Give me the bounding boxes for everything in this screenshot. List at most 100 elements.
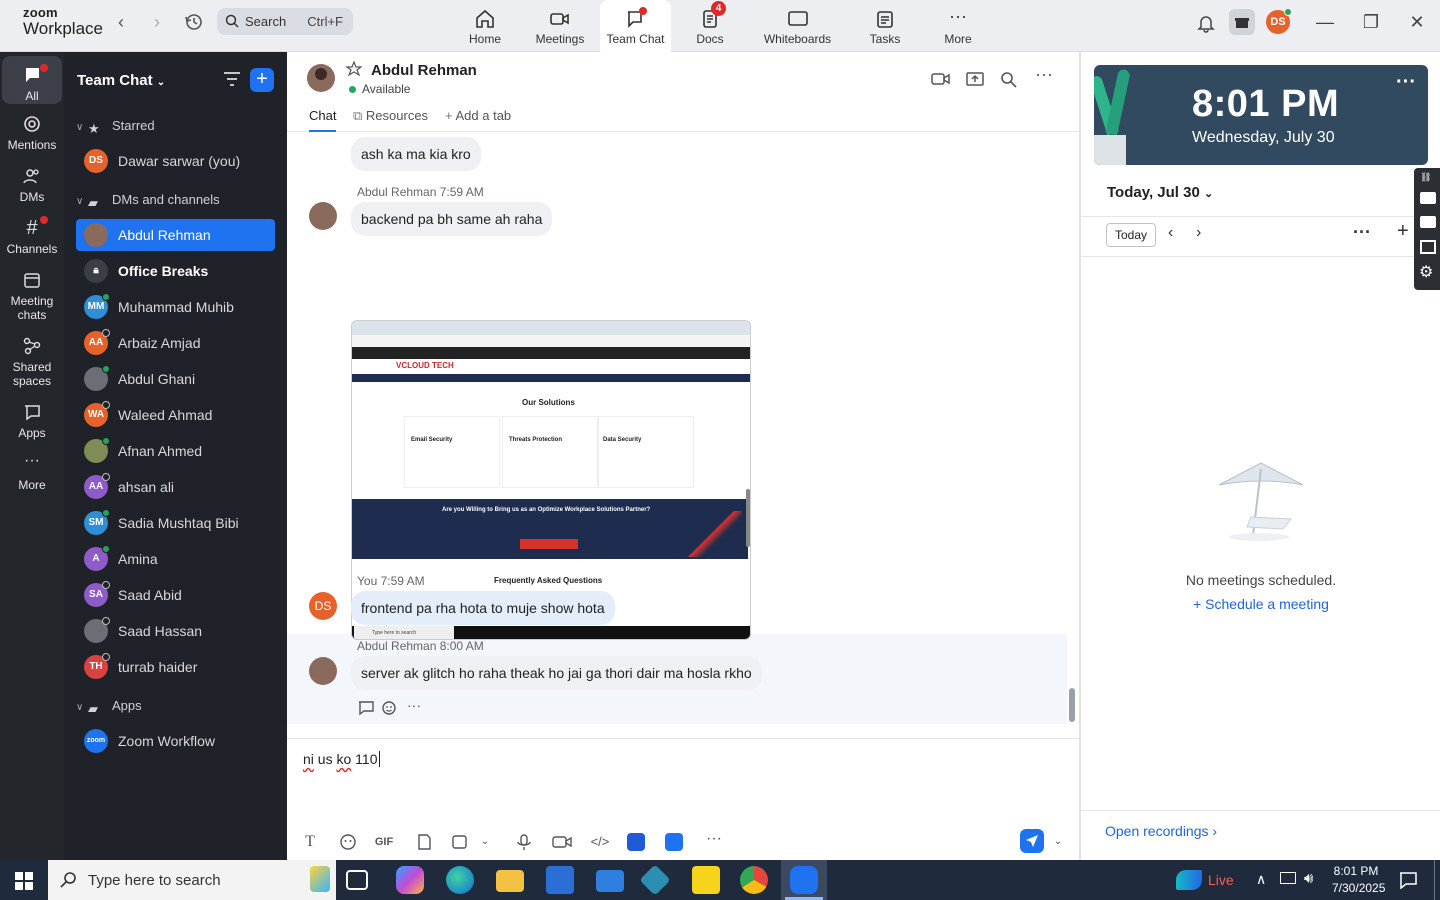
sidebar-item-arbaiz-amjad[interactable]: AA Arbaiz Amjad — [76, 327, 275, 359]
sidebar-item-muhammad-muhib[interactable]: MM Muhammad Muhib — [76, 291, 275, 323]
chrome-icon[interactable] — [740, 866, 768, 894]
code-snippet-icon[interactable]: </> — [589, 833, 611, 851]
global-search[interactable]: Search Ctrl+F — [217, 8, 353, 35]
sidebar-item-office-breaks[interactable]: 🔒︎ Office Breaks — [76, 255, 275, 287]
copilot-icon[interactable] — [396, 866, 424, 894]
tab-home[interactable]: Home — [460, 0, 510, 52]
chat-scrollbar[interactable] — [1069, 688, 1075, 722]
emoji-reaction-icon[interactable] — [381, 700, 399, 716]
live-app-icon[interactable] — [1176, 870, 1202, 890]
section-apps[interactable]: ∨ ▰ Apps — [76, 696, 142, 716]
microphone-icon[interactable] — [513, 833, 535, 851]
rail-dms[interactable]: DMs — [2, 166, 62, 204]
more-actions-icon[interactable]: ··· — [407, 698, 425, 716]
tab-whiteboards[interactable]: Whiteboards — [760, 0, 835, 52]
edge-icon[interactable] — [446, 866, 474, 894]
live-label[interactable]: Live — [1208, 872, 1234, 888]
tab-resources[interactable]: ⧉ Resources — [353, 108, 428, 124]
gear-icon[interactable]: ⚙ — [1419, 265, 1433, 281]
today-button[interactable]: Today — [1106, 223, 1157, 247]
app-diamond-icon[interactable] — [639, 864, 671, 896]
sidebar-item-saad-abid[interactable]: SA Saad Abid — [76, 579, 275, 611]
sidebar-item-ahsan-ali[interactable]: AA ahsan ali — [76, 471, 275, 503]
sidebar-item-zoom-workflow[interactable]: zoom Zoom Workflow — [76, 725, 275, 757]
tab-add[interactable]: + Add a tab — [445, 108, 511, 123]
more-options-icon[interactable]: ··· — [1396, 71, 1416, 94]
sidebar-item-afnan-ahmed[interactable]: Afnan Ahmed — [76, 435, 275, 467]
show-desktop-divider[interactable] — [1434, 860, 1435, 900]
maximize-button[interactable]: ❐ — [1356, 10, 1386, 34]
rail-channels[interactable]: # Channels — [2, 216, 62, 256]
rail-shared-spaces[interactable]: Shared spaces — [2, 336, 62, 388]
sidebar-item-abdul-ghani[interactable]: Abdul Ghani — [76, 363, 275, 395]
docs-share-icon[interactable] — [665, 833, 683, 851]
sidebar-item-turrab-haider[interactable]: TH turrab haider — [76, 651, 275, 683]
contact-name[interactable]: Abdul Rehman — [371, 62, 477, 79]
send-button[interactable] — [1020, 829, 1044, 853]
notification-center-icon[interactable] — [1398, 871, 1418, 889]
tab-tasks[interactable]: Tasks — [860, 0, 910, 52]
sidebar-item-amina[interactable]: A Amina — [76, 543, 275, 575]
prev-day-icon[interactable]: ‹ — [1168, 224, 1173, 242]
more-options-icon[interactable]: ··· — [1035, 64, 1055, 84]
zoom-taskbar-icon[interactable] — [790, 866, 818, 894]
avatar[interactable]: DS — [309, 592, 337, 620]
format-text-icon[interactable]: T — [299, 833, 321, 851]
message-composer[interactable]: ni us ko 110 T GIF ⌄ </> ··· ⌄ — [287, 738, 1080, 860]
gift-button[interactable] — [1229, 9, 1255, 35]
attach-file-icon[interactable] — [413, 833, 435, 851]
tab-docs[interactable]: 4 Docs — [685, 0, 735, 52]
video-record-icon[interactable] — [1420, 216, 1436, 228]
emoji-icon[interactable] — [337, 833, 359, 851]
video-call-icon[interactable] — [931, 70, 951, 88]
history-icon[interactable] — [183, 11, 205, 33]
sidebar-item-abdul-rehman[interactable]: Abdul Rehman — [76, 219, 275, 251]
star-icon[interactable] — [346, 61, 362, 77]
search-icon[interactable] — [999, 70, 1019, 88]
avatar[interactable] — [309, 202, 337, 230]
reply-icon[interactable] — [357, 700, 375, 716]
bell-icon[interactable] — [1196, 13, 1216, 33]
open-recordings-link[interactable]: Open recordings › — [1081, 810, 1440, 851]
window-icon[interactable] — [1420, 240, 1436, 254]
task-view-icon[interactable] — [346, 870, 368, 890]
section-dms[interactable]: ∨ ▰ DMs and channels — [76, 190, 220, 210]
schedule-meeting-link[interactable]: + Schedule a meeting — [1081, 596, 1440, 612]
windows-start-icon[interactable] — [15, 872, 33, 890]
close-button[interactable]: ✕ — [1402, 10, 1432, 34]
forward-arrow-icon[interactable]: › — [147, 12, 167, 32]
sidebar-item-waleed-ahmad[interactable]: WA Waleed Ahmad — [76, 399, 275, 431]
taskbar-search[interactable]: Type here to search — [48, 860, 336, 900]
tab-more[interactable]: ··· More — [935, 0, 981, 52]
chevron-up-icon[interactable]: ∧ — [1256, 871, 1266, 888]
back-arrow-icon[interactable]: ‹ — [111, 12, 131, 32]
video-message-icon[interactable] — [551, 833, 573, 851]
calendar-more-icon[interactable]: ··· — [1353, 222, 1371, 243]
next-day-icon[interactable]: › — [1196, 224, 1201, 242]
calendar-date-title[interactable]: Today, Jul 30 ⌄ — [1107, 184, 1213, 201]
sidebar-item-saad-hassan[interactable]: Saad Hassan — [76, 615, 275, 647]
filter-icon[interactable] — [222, 70, 242, 88]
file-explorer-icon[interactable] — [496, 870, 524, 892]
store-icon[interactable] — [546, 866, 574, 894]
composer-input[interactable]: ni us ko 110 — [303, 751, 380, 767]
sidebar-item-sadia[interactable]: SM Sadia Mushtaq Bibi — [76, 507, 275, 539]
tab-team-chat[interactable]: Team Chat — [600, 0, 671, 52]
contact-avatar[interactable] — [307, 64, 335, 92]
rail-all[interactable]: All — [2, 56, 62, 104]
whiteboard-share-icon[interactable] — [627, 833, 645, 851]
network-icon[interactable] — [1280, 872, 1296, 884]
chevron-down-icon[interactable]: ⌄ — [474, 833, 496, 851]
rail-apps[interactable]: Apps — [2, 402, 62, 440]
more-tools-icon[interactable]: ··· — [703, 831, 725, 851]
send-options-chevron-icon[interactable]: ⌄ — [1047, 833, 1069, 851]
add-event-icon[interactable]: + — [1397, 220, 1409, 243]
sidebar-title[interactable]: Team Chat ⌄ — [77, 72, 165, 89]
volume-icon[interactable]: 🔊︎ — [1304, 870, 1313, 887]
share-screen-icon[interactable] — [965, 70, 985, 88]
new-chat-button[interactable]: + — [250, 68, 274, 92]
gif-button[interactable]: GIF — [373, 833, 395, 851]
tab-meetings[interactable]: Meetings — [530, 0, 590, 52]
taskbar-clock[interactable]: 8:01 PM 7/30/2025 — [1332, 864, 1385, 895]
avatar[interactable] — [309, 657, 337, 685]
